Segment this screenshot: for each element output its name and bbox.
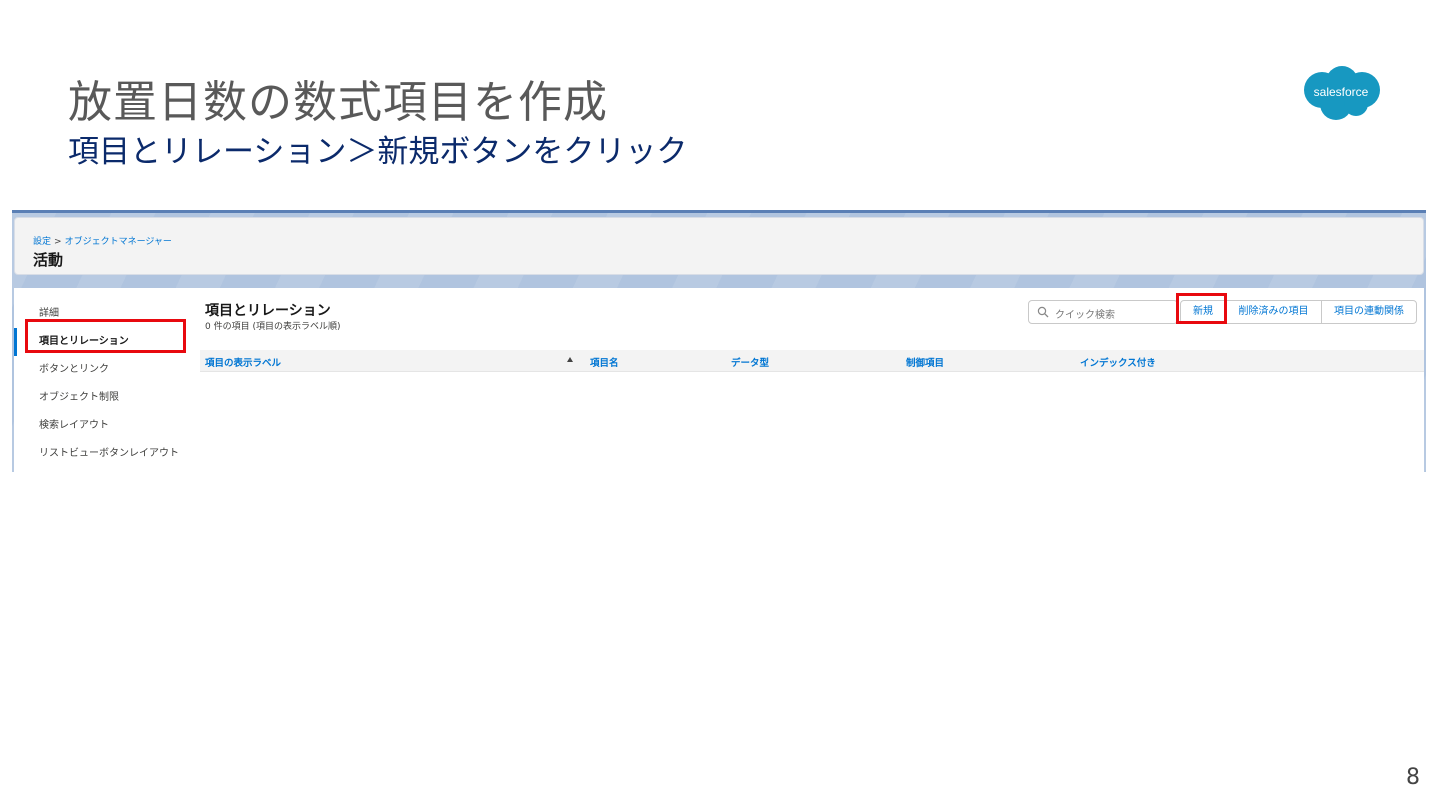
field-dependencies-button[interactable]: 項目の連動関係 xyxy=(1321,300,1417,324)
search-icon xyxy=(1037,306,1049,318)
quick-search-input[interactable]: クイック検索 xyxy=(1028,300,1178,324)
panel-subtitle: 0 件の項目 (項目の表示ラベル順) xyxy=(205,322,341,332)
deleted-fields-button[interactable]: 削除済みの項目 xyxy=(1225,300,1322,324)
panel-title: 項目とリレーション xyxy=(205,303,331,319)
setup-screenshot: 設定 > オブジェクトマネージャー 活動 詳細 項目とリレーション ボタンとリンク … xyxy=(12,210,1426,472)
column-data-type[interactable]: データ型 xyxy=(731,355,769,369)
sidebar-item-buttons-links[interactable]: ボタンとリンク xyxy=(14,356,200,384)
object-title: 活動 xyxy=(33,251,64,269)
object-header: 設定 > オブジェクトマネージャー 活動 xyxy=(14,217,1424,275)
slide-subtitle: 項目とリレーション＞新規ボタンをクリック xyxy=(68,134,688,170)
object-sidebar: 詳細 項目とリレーション ボタンとリンク オブジェクト制限 検索レイアウト リス… xyxy=(14,288,200,472)
breadcrumb-separator: > xyxy=(54,237,62,247)
page-number: 8 xyxy=(1406,765,1420,790)
fields-table-header: 項目の表示ラベル 項目名 データ型 制御項目 インデックス付き xyxy=(200,350,1424,372)
breadcrumb-setup[interactable]: 設定 xyxy=(33,237,51,247)
column-indexed[interactable]: インデックス付き xyxy=(1080,355,1156,369)
column-field-name[interactable]: 項目名 xyxy=(590,355,619,369)
highlight-new-button xyxy=(1176,293,1227,324)
fields-panel: 項目とリレーション 0 件の項目 (項目の表示ラベル順) クイック検索 新規 削… xyxy=(200,288,1424,472)
column-field-label[interactable]: 項目の表示ラベル xyxy=(205,355,281,369)
breadcrumb-object-manager[interactable]: オブジェクトマネージャー xyxy=(65,237,172,247)
logo-text: salesforce xyxy=(1314,85,1369,99)
sidebar-item-search-layouts[interactable]: 検索レイアウト xyxy=(14,412,200,440)
quick-search-placeholder: クイック検索 xyxy=(1055,310,1115,321)
sidebar-item-list-view-button-layout[interactable]: リストビューボタンレイアウト xyxy=(14,440,200,468)
slide-title: 放置日数の数式項目を作成 xyxy=(68,77,608,128)
salesforce-logo: salesforce xyxy=(1304,66,1380,120)
sidebar-item-object-limits[interactable]: オブジェクト制限 xyxy=(14,384,200,412)
sort-ascending-icon xyxy=(567,357,573,362)
highlight-fields-relationships xyxy=(25,319,186,353)
column-controlling-field[interactable]: 制御項目 xyxy=(906,355,944,369)
breadcrumb: 設定 > オブジェクトマネージャー xyxy=(33,234,172,247)
